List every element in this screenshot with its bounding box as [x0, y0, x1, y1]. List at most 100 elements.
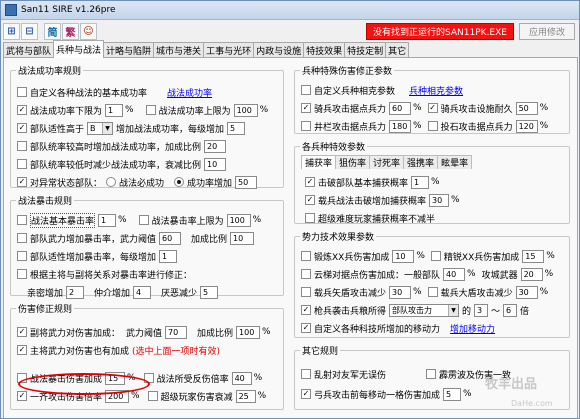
ladder-siege-input[interactable]: 20	[520, 267, 543, 281]
ladder-general-input[interactable]: 40	[443, 267, 466, 281]
big-shield-input[interactable]: 30	[515, 285, 538, 299]
about-icon[interactable]: ☺	[80, 22, 97, 40]
abnormal-checkbox[interactable]: ✓	[17, 177, 27, 187]
attr-crit-input[interactable]: 1	[159, 249, 178, 263]
tab-domestic[interactable]: 内政与设施	[253, 42, 305, 58]
force-threshold-input[interactable]: 60	[159, 231, 182, 245]
force-ratio-input[interactable]: 10	[230, 231, 255, 245]
upper-limit-checkbox[interactable]	[145, 105, 156, 115]
upper-limit-input[interactable]: 100	[233, 103, 258, 117]
archer-move-checkbox[interactable]: ✓	[301, 389, 311, 399]
subtab-seize[interactable]: 强携率	[403, 155, 439, 169]
well-input[interactable]: 180	[389, 119, 412, 133]
elite-checkbox[interactable]	[430, 251, 441, 261]
thunder-checkbox[interactable]	[426, 369, 437, 379]
arrow-shield-input[interactable]: 30	[389, 285, 412, 299]
increase-rate-radio[interactable]	[174, 177, 185, 187]
tab-skill-custom[interactable]: 特技定制	[344, 42, 387, 58]
cav-facility-checkbox[interactable]: ✓	[427, 103, 438, 113]
unit: %	[262, 327, 271, 337]
label: 超级玩家伤害衰减	[160, 392, 233, 403]
no-friendly-fire-checkbox[interactable]	[301, 369, 311, 379]
apply-button[interactable]: 应用修改	[519, 23, 575, 40]
attr-select[interactable]: B ▼	[87, 121, 114, 135]
low-lead-input[interactable]: 10	[204, 157, 227, 171]
move-link[interactable]: 增加移动力	[450, 322, 495, 335]
label: 部队统率较高时增加战法成功率，加成比例	[30, 142, 202, 153]
super-player-input[interactable]: 25	[235, 389, 256, 403]
ladder-checkbox[interactable]	[301, 269, 311, 279]
carry-capture-checkbox[interactable]: ✓	[305, 195, 315, 205]
subtab-stun[interactable]: 眩晕率	[437, 155, 473, 169]
cav-base-checkbox[interactable]: ✓	[301, 103, 311, 113]
dislike-input[interactable]: 5	[200, 285, 219, 299]
save-icon[interactable]: ⊟	[21, 22, 38, 40]
well-checkbox[interactable]	[301, 121, 311, 131]
stone-input[interactable]: 120	[515, 119, 538, 133]
success-rate-link[interactable]: 战法成功率	[167, 86, 212, 99]
cav-facility-input[interactable]: 50	[515, 101, 538, 115]
main-force-checkbox[interactable]: ✓	[17, 345, 27, 355]
attr-checkbox[interactable]: ✓	[17, 123, 27, 133]
archer-move-input[interactable]: 5	[443, 387, 462, 401]
train-checkbox[interactable]	[301, 251, 311, 261]
vice-force-checkbox[interactable]: ✓	[17, 327, 27, 337]
subtab-capture[interactable]: 捕获率	[301, 155, 337, 169]
super-capture-checkbox[interactable]	[305, 213, 315, 223]
arrow-shield-checkbox[interactable]	[301, 287, 311, 297]
custom-move-checkbox[interactable]: ✓	[301, 323, 311, 333]
train-input[interactable]: 10	[392, 249, 415, 263]
high-lead-input[interactable]: 20	[204, 139, 227, 153]
base-capture-checkbox[interactable]: ✓	[305, 177, 315, 187]
vice-ratio-input[interactable]: 100	[236, 325, 261, 339]
unit: %	[544, 269, 554, 279]
raid-min-input[interactable]: 3	[474, 303, 489, 317]
stone-checkbox[interactable]	[427, 121, 438, 131]
increase-rate-input[interactable]: 50	[235, 175, 258, 189]
intimate-input[interactable]: 2	[66, 285, 85, 299]
low-lead-checkbox[interactable]	[17, 159, 27, 169]
subtab-kill[interactable]: 讨死率	[369, 155, 405, 169]
base-crit-input[interactable]: 1	[98, 213, 117, 227]
relation-checkbox[interactable]	[17, 269, 27, 279]
force-crit-checkbox[interactable]	[17, 233, 27, 243]
tab-other[interactable]: 其它	[385, 42, 410, 58]
lower-limit-checkbox[interactable]: ✓	[17, 105, 27, 115]
custom-success-checkbox[interactable]	[17, 87, 27, 97]
label: 载兵战法击破增加捕获概率	[318, 196, 427, 207]
custom-counter-checkbox[interactable]	[301, 85, 311, 95]
label: 骑兵攻击设施耐久	[440, 104, 513, 115]
crit-upper-checkbox[interactable]	[138, 215, 149, 225]
reflect-input[interactable]: 40	[231, 371, 252, 385]
base-crit-checkbox[interactable]	[17, 215, 27, 225]
lower-limit-input[interactable]: 1	[105, 103, 124, 117]
elite-input[interactable]: 15	[522, 249, 545, 263]
mediate-input[interactable]: 4	[133, 285, 152, 299]
crit-upper-input[interactable]: 100	[226, 213, 251, 227]
base-capture-input[interactable]: 1	[411, 175, 430, 189]
tab-skills[interactable]: 特技效果	[303, 42, 346, 58]
raid-max-input[interactable]: 6	[503, 303, 518, 317]
subtab-snipe[interactable]: 狙伤率	[335, 155, 371, 169]
spear-raid-checkbox[interactable]: ✓	[301, 305, 311, 315]
simplified-button[interactable]: 简	[44, 22, 61, 40]
raid-base-select[interactable]: 部队攻击力 ▼	[389, 303, 460, 317]
always-success-radio[interactable]	[106, 177, 117, 187]
super-player-checkbox[interactable]	[147, 391, 158, 401]
tab-works[interactable]: 工事与光环	[203, 42, 255, 58]
onehit-checkbox[interactable]: ✓	[17, 391, 27, 401]
traditional-button[interactable]: 繁	[62, 22, 79, 40]
tab-troops[interactable]: 兵种与战法	[53, 40, 105, 58]
tab-cities[interactable]: 城市与港关	[153, 42, 205, 58]
tab-strategy[interactable]: 计略与陷阱	[103, 42, 155, 58]
tab-general[interactable]: 武将与部队	[3, 42, 55, 58]
high-lead-checkbox[interactable]	[17, 141, 27, 151]
cav-base-input[interactable]: 60	[389, 101, 412, 115]
open-icon[interactable]: ⊞	[3, 22, 20, 40]
attr-per-level-input[interactable]: 5	[227, 121, 246, 135]
carry-capture-input[interactable]: 30	[429, 193, 450, 207]
counter-link[interactable]: 兵种相克参数	[409, 84, 463, 97]
attr-crit-checkbox[interactable]	[17, 251, 27, 261]
big-shield-checkbox[interactable]	[427, 287, 438, 297]
vice-threshold-input[interactable]: 70	[165, 325, 188, 339]
